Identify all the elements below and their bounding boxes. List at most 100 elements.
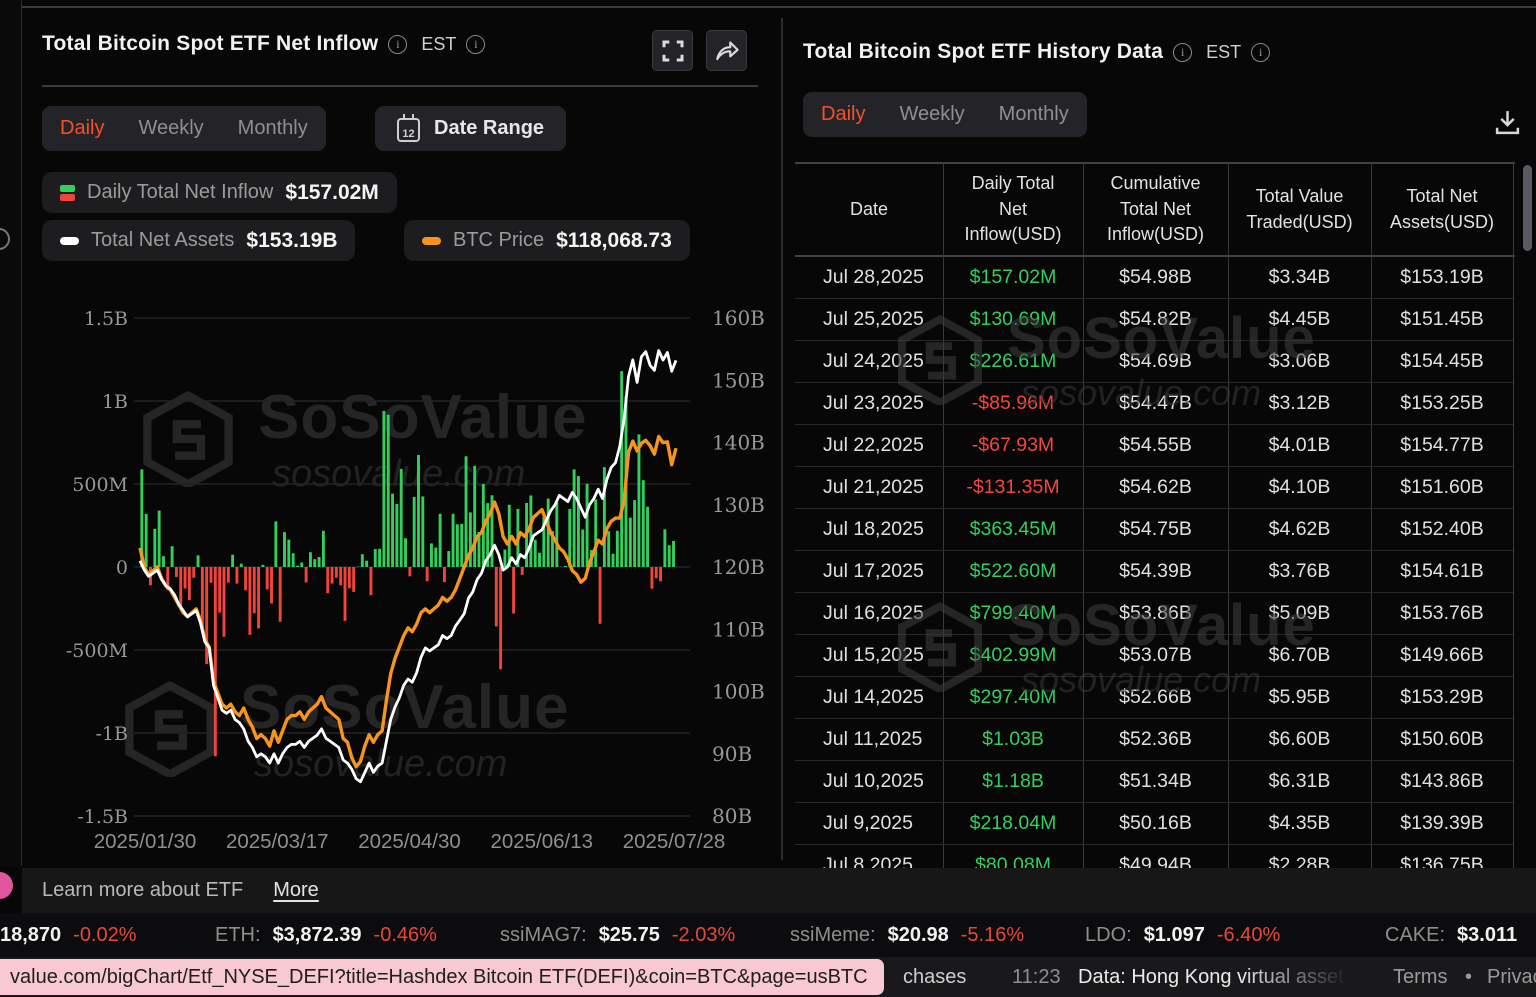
cell-date: Jul 10,2025: [823, 770, 924, 792]
cell-value: $151.60B: [1400, 476, 1484, 498]
cell-value: $5.09B: [1268, 602, 1331, 624]
chart-panel-title: Total Bitcoin Spot ETF Net Inflow: [42, 32, 379, 55]
tab-monthly[interactable]: Monthly: [999, 103, 1069, 126]
cell-value: $297.40M: [969, 686, 1057, 708]
privacy-link[interactable]: Privacy: [1487, 957, 1536, 997]
table-body: Jul 28,2025 $157.02M $54.98B $3.34B $153.19B…: [795, 257, 1513, 872]
ticker-item[interactable]: CAKE: $3.011: [1385, 913, 1517, 957]
cell-date: Jul 14,2025: [823, 686, 924, 708]
cell-date: Jul 18,2025: [823, 518, 924, 540]
svg-text:1B: 1B: [102, 391, 128, 413]
svg-text:-1.5B: -1.5B: [77, 806, 128, 828]
ticker-change: -5.16%: [960, 923, 1025, 946]
svg-text:90B: 90B: [712, 742, 752, 766]
share-button[interactable]: [706, 30, 747, 71]
ticker-change: -0.02%: [73, 923, 137, 946]
cell-value: $52.36B: [1119, 728, 1192, 750]
column-header: Total Net Assets(USD): [1389, 185, 1494, 232]
news-fade: [1240, 957, 1370, 997]
ticker-change: -0.46%: [373, 923, 437, 946]
table-row[interactable]: Jul 16,2025 $799.40M $53.86B $5.09B $153.76B: [795, 593, 1513, 635]
svg-text:150B: 150B: [712, 368, 765, 392]
cell-value: $5.95B: [1268, 686, 1331, 708]
cell-value: $130.69M: [969, 308, 1057, 330]
cell-value: $149.66B: [1400, 644, 1484, 666]
tab-monthly[interactable]: Monthly: [238, 117, 308, 140]
table-scrollbar[interactable]: [1523, 165, 1532, 251]
cell-value: $153.29B: [1400, 686, 1484, 708]
cell-value: -$67.93M: [971, 434, 1055, 456]
svg-text:130B: 130B: [712, 493, 765, 517]
cell-value: $51.34B: [1119, 770, 1192, 792]
table-row[interactable]: Jul 14,2025 $297.40M $52.66B $5.95B $153.29B: [795, 677, 1513, 719]
svg-text:-500M: -500M: [66, 640, 128, 662]
table-row[interactable]: Jul 25,2025 $130.69M $54.82B $4.45B $151.45B: [795, 299, 1513, 341]
table-row[interactable]: Jul 18,2025 $363.45M $54.75B $4.62B $152.40B: [795, 509, 1513, 551]
tab-weekly[interactable]: Weekly: [138, 117, 203, 140]
table-row[interactable]: Jul 23,2025 -$85.96M $54.47B $3.12B $153.25B: [795, 383, 1513, 425]
table-row[interactable]: Jul 10,2025 $1.18B $51.34B $6.31B $143.86B: [795, 761, 1513, 803]
cell-date: Jul 28,2025: [823, 266, 924, 288]
table-row[interactable]: Jul 17,2025 $522.60M $54.39B $3.76B $154.61B: [795, 551, 1513, 593]
floating-chat-button[interactable]: [0, 872, 13, 899]
cell-value: $157.02M: [969, 266, 1057, 288]
table-row[interactable]: Jul 28,2025 $157.02M $54.98B $3.34B $153.19B: [795, 257, 1513, 299]
ticker-item[interactable]: ETH: $3,872.39 -0.46%: [215, 913, 437, 957]
legend-btc-price[interactable]: BTC Price $118,068.73: [404, 220, 690, 261]
cell-value: $3.34B: [1268, 266, 1331, 288]
ticker-item[interactable]: LDO: $1.097 -6.40%: [1085, 913, 1280, 957]
table-row[interactable]: Jul 11,2025 $1.03B $52.36B $6.60B $150.60B: [795, 719, 1513, 761]
table-row[interactable]: Jul 21,2025 -$131.35M $54.62B $4.10B $151.60…: [795, 467, 1513, 509]
svg-text:160B: 160B: [712, 306, 765, 330]
legend-net-inflow[interactable]: Daily Total Net Inflow $157.02M: [42, 172, 397, 213]
tab-weekly[interactable]: Weekly: [899, 103, 964, 126]
calendar-icon: 12: [397, 113, 420, 142]
terms-link[interactable]: Terms: [1393, 957, 1447, 997]
cell-value: $139.39B: [1400, 812, 1484, 834]
date-range-button[interactable]: 12 Date Range: [375, 106, 567, 151]
legend-net-assets[interactable]: Total Net Assets $153.19B: [42, 220, 356, 261]
svg-text:2025/04/30: 2025/04/30: [358, 830, 461, 853]
tab-daily[interactable]: Daily: [60, 117, 104, 140]
cell-value: $52.66B: [1119, 686, 1192, 708]
timezone-info-icon[interactable]: i: [466, 34, 486, 54]
learn-more-text: Learn more about ETF: [42, 879, 244, 901]
tab-daily[interactable]: Daily: [821, 103, 865, 126]
ticker-item[interactable]: 18,870 -0.02%: [0, 913, 137, 957]
column-header: Date: [849, 198, 889, 219]
cell-value: $363.45M: [969, 518, 1057, 540]
timezone-info-icon[interactable]: i: [1251, 42, 1271, 62]
bar-legend-icon: [60, 184, 75, 201]
ticker-value: $3.011: [1457, 923, 1518, 946]
svg-text:2025/03/17: 2025/03/17: [226, 830, 329, 853]
info-icon[interactable]: i: [388, 34, 408, 54]
cell-date: Jul 25,2025: [823, 308, 924, 330]
ticker-item[interactable]: ssiMeme: $20.98 -5.16%: [790, 913, 1024, 957]
ticker-item[interactable]: ssiMAG7: $25.75 -2.03%: [500, 913, 735, 957]
cell-date: Jul 9,2025: [823, 812, 913, 834]
fullscreen-button[interactable]: [652, 30, 693, 71]
link-url-tooltip: value.com/bigChart/Etf_NYSE_DEFI?title=H…: [0, 959, 884, 995]
svg-text:80B: 80B: [712, 804, 752, 828]
table-header-row: Date Daily Total Net Inflow(USD) Cumulativ…: [795, 164, 1513, 255]
table-row[interactable]: Jul 22,2025 -$67.93M $54.55B $4.01B $154.77B: [795, 425, 1513, 467]
table-row[interactable]: Jul 15,2025 $402.99M $53.07B $6.70B $149.66B: [795, 635, 1513, 677]
net-inflow-chart[interactable]: SoSoValue sosovalue.com SoSoValue sosovalu…: [22, 280, 780, 866]
cell-value: $53.07B: [1119, 644, 1192, 666]
cell-value: $143.86B: [1400, 770, 1484, 792]
cell-value: $6.70B: [1268, 644, 1331, 666]
table-row[interactable]: Jul 24,2025 $226.61M $54.69B $3.06B $154.45B: [795, 341, 1513, 383]
info-icon[interactable]: i: [1173, 42, 1193, 62]
status-bar: value.com/bigChart/Etf_NYSE_DEFI?title=H…: [0, 957, 1536, 997]
cell-value: $54.98B: [1119, 266, 1192, 288]
cell-date: Jul 16,2025: [823, 602, 924, 624]
more-link[interactable]: More: [273, 879, 319, 902]
news-ticker-fragment: chases: [903, 965, 967, 988]
download-button[interactable]: [1487, 102, 1527, 142]
chart-canvas[interactable]: 1.5B 1B 500M 0 -500M -1B -1.5B 160B 150B 140B 130B…: [22, 280, 780, 866]
table-row[interactable]: Jul 9,2025 $218.04M $50.16B $4.35B $139.39B: [795, 803, 1513, 845]
cell-value: $218.04M: [969, 812, 1057, 834]
cell-value: $3.76B: [1268, 560, 1331, 582]
cell-date: Jul 23,2025: [823, 392, 924, 414]
fullscreen-icon: [662, 40, 683, 61]
